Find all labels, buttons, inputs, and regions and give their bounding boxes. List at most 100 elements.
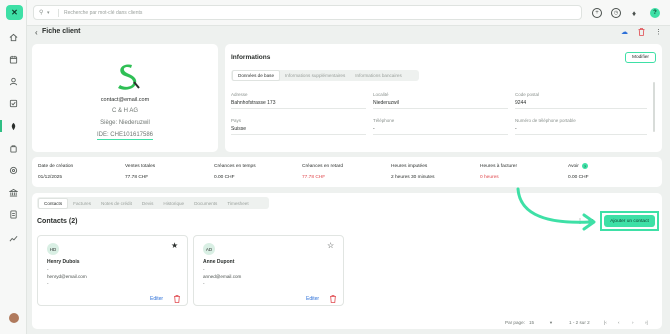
document-icon[interactable] [8,209,19,220]
stat-value-creation: 01/12/2025 [38,175,63,180]
stat-value-creances-retard: 77.78 CHF [302,175,326,180]
company-logo [118,64,140,90]
info-icon[interactable]: ? [582,163,588,169]
delete-icon[interactable] [329,295,337,303]
stat-value-creances-temps: 0.00 CHF [214,175,235,180]
bag-icon[interactable] [8,143,19,154]
field-divider [515,108,647,109]
stat-label-creances-retard: Créances en retard [302,164,344,169]
star-filled-icon[interactable]: ★ [171,241,178,250]
bell-icon[interactable]: ♦ [629,8,639,18]
app-logo[interactable]: ✕ [6,5,23,20]
field-label-telephone: Téléphone [373,118,395,123]
field-value-code-postal: 9244 [515,100,527,106]
prev-page-icon[interactable]: ‹ [618,320,620,325]
field-label-code-postal: Code postal [515,92,540,97]
info-title: Informations [231,54,271,61]
chevron-down-icon[interactable]: ▾ [47,10,55,16]
tab-notes-de-credit[interactable]: Notes de crédit [96,199,137,208]
tab-documents[interactable]: Documents [189,199,222,208]
support-icon[interactable] [8,165,19,176]
tab-informations-bancaires[interactable]: Informations bancaires [350,71,406,80]
stat-value-avoir: 0.00 CHF [568,175,589,180]
avatar: HD [47,243,59,255]
tab-timesheet[interactable]: Timesheet [222,199,253,208]
field-label-adresse: Adresse [231,92,248,97]
add-icon[interactable]: + [592,8,602,18]
info-scrollbar[interactable] [653,82,655,132]
annotation-arrow [516,187,596,231]
stat-label-heures-imputees: Heures imputées [391,164,428,169]
sidebar: ✕ [0,0,27,334]
contacts-title: Contacts (2) [37,218,78,225]
info-tabs: Données de base Informations supplémenta… [231,70,419,81]
field-value-portable: - [515,126,517,132]
bank-icon[interactable] [8,187,19,198]
add-contact-button[interactable]: Ajouter un contact [604,215,655,227]
stat-value-ventes: 77.78 CHF [125,175,149,180]
page-title: Fiche client [42,28,81,35]
stat-label-heures-facturer: Heures à facturer [480,164,518,169]
per-page-select[interactable]: 15 [529,320,534,325]
clients-icon[interactable] [8,121,19,132]
stat-label-avoir: Avoir [568,164,579,169]
field-value-adresse: Bahnhofstrasse 173 [231,100,276,106]
field-value-localite: Niederuzwil [373,100,399,106]
star-outline-icon[interactable]: ☆ [327,241,334,250]
contact-email: anned@email.com [203,274,242,279]
tab-contacts[interactable]: Contacts [38,197,69,209]
sidebar-active-indicator [0,120,2,132]
first-page-icon[interactable]: |‹ [604,320,607,325]
sync-icon[interactable]: ☁ [621,28,628,36]
profile-card: contact@email.com C & H AG Siège: Nieder… [32,44,218,152]
field-label-portable: Numéro de téléphone portable [515,118,576,123]
users-icon[interactable] [8,76,19,87]
delete-icon[interactable] [638,28,645,38]
delete-icon[interactable] [173,295,181,303]
stat-value-heures-facturer: 0 heures [480,175,499,180]
search-divider [58,8,59,17]
stat-label-ventes: Ventes totales [125,164,156,169]
stat-label-creances-temps: Créances en temps [214,164,256,169]
contact-line: - [203,267,205,272]
stat-label-creation: Date de création [38,164,74,169]
contact-line: - [47,281,49,286]
field-divider [515,134,647,135]
clock-icon[interactable]: ◷ [611,8,621,18]
more-vertical-icon[interactable]: ⋮ [655,28,662,36]
search-bar[interactable]: ⚲ ▾ Recherche par mot-clé dans clients [33,5,582,20]
last-page-icon[interactable]: ›| [645,320,648,325]
logo-glyph: ✕ [11,8,18,17]
field-divider [373,134,508,135]
back-icon[interactable]: ‹ [35,28,38,37]
search-input[interactable]: Recherche par mot-clé dans clients [64,10,142,16]
modify-button[interactable]: Modifier [625,52,656,63]
help-icon[interactable]: ? [650,8,660,18]
chart-icon[interactable] [8,233,19,244]
edit-link[interactable]: Editer [306,296,319,302]
tasks-icon[interactable] [8,98,19,109]
contact-card[interactable]: HD ★ Henry Dubois - henryd@email.com - E… [37,235,188,306]
profile-email: contact@email.com [100,97,150,103]
home-icon[interactable] [8,32,19,43]
calendar-icon[interactable] [8,54,19,65]
tab-informations-supplementaires[interactable]: Informations supplémentaires [280,71,350,80]
tab-donnees-de-base[interactable]: Données de base [232,70,281,81]
stats-row: Date de création 01/12/2025 Ventes total… [32,157,662,187]
profile-ide: IDE: CHE101617586 [96,132,154,140]
tab-historique[interactable]: Historique [158,199,189,208]
tab-devis[interactable]: Devis [137,199,159,208]
info-card: Informations Modifier Données de base In… [225,44,662,152]
tab-factures[interactable]: Factures [68,199,96,208]
next-page-icon[interactable]: › [632,320,634,325]
profile-company: C & H AG [111,108,138,114]
contact-email: henryd@email.com [47,274,87,279]
contact-line: - [47,267,49,272]
contact-card[interactable]: AD ☆ Anne Dupont - anned@email.com - Edi… [193,235,344,306]
edit-link[interactable]: Editer [150,296,163,302]
chevron-down-icon[interactable]: ▼ [549,320,553,325]
user-avatar[interactable] [9,313,19,323]
contact-line: - [203,281,205,286]
field-divider [373,108,508,109]
pager-range: 1 - 2 sur 2 [569,320,590,325]
